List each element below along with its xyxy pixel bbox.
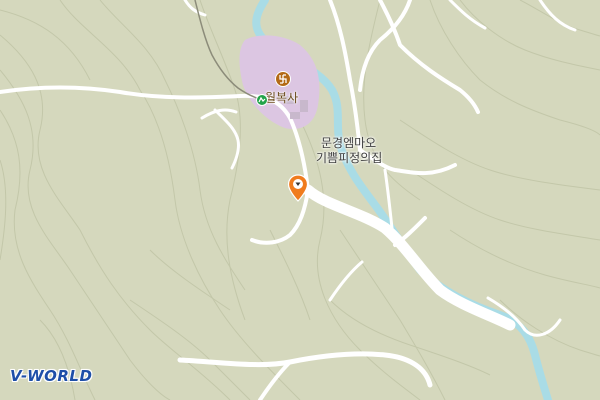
restaurant-label-line2: 기쁨피정의집 <box>316 151 383 165</box>
trail-symbol <box>258 96 266 103</box>
manji-symbol <box>279 74 287 84</box>
location-pin-icon[interactable] <box>287 174 309 202</box>
vworld-logo: V-WORLD <box>10 367 93 385</box>
hiking-trail-icon[interactable] <box>256 94 268 106</box>
map-canvas[interactable]: 월복사 문경엠마오 기쁨피정의집 V-WORLD <box>0 0 600 400</box>
temple-name-label: 월복사 <box>265 91 299 105</box>
temple-manji-icon[interactable] <box>275 71 291 87</box>
